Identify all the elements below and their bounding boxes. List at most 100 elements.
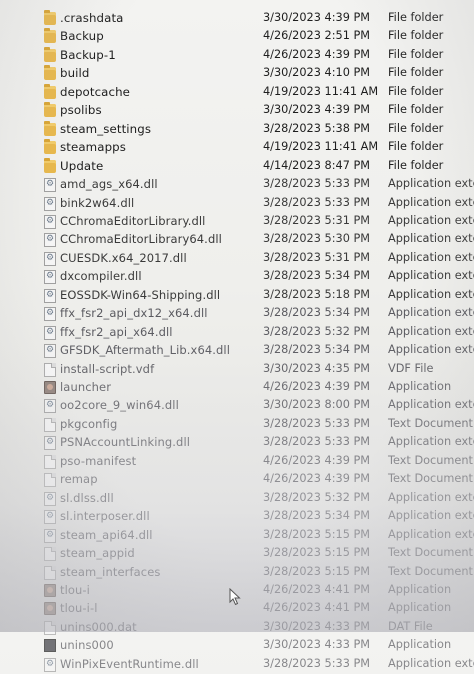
file-type: Application exten...	[388, 195, 474, 209]
file-row[interactable]: PSNAccountLinking.dll 3/28/2023 5:33 PM Ap…	[0, 434, 474, 453]
file-date-modified: 3/30/2023 8:00 PM	[263, 398, 371, 412]
file-row[interactable]: CUESDK.x64_2017.dll 3/28/2023 5:31 PM Appl…	[0, 250, 474, 269]
folder-row[interactable]: Backup-1 4/26/2023 4:39 PM File folder	[0, 46, 474, 66]
file-row[interactable]: CChromaEditorLibrary.dll 3/28/2023 5:31 P…	[0, 213, 474, 232]
dll-icon	[44, 344, 56, 359]
file-row[interactable]: pkgconfig 3/28/2023 5:33 PM Text Document	[0, 416, 474, 435]
file-name: ffx_fsr2_api_x64.dll	[60, 324, 173, 339]
file-row[interactable]: amd_ags_x64.dll 3/28/2023 5:33 PM Applicat…	[0, 176, 474, 195]
file-type: Text Document	[388, 546, 473, 560]
folder-row[interactable]: psolibs 3/30/2023 4:39 PM File folder	[0, 102, 474, 121]
file-date-modified: 3/28/2023 5:15 PM	[263, 546, 371, 560]
file-date-modified: 3/28/2023 5:34 PM	[263, 269, 371, 283]
folder-icon	[44, 102, 56, 118]
folder-icon	[44, 83, 56, 99]
file-row[interactable]: EOSSDK-Win64-Shipping.dll 3/28/2023 5:18 …	[0, 287, 474, 306]
file-row[interactable]: install-script.vdf 3/30/2023 4:35 PM VDF F…	[0, 361, 474, 380]
file-row[interactable]: steam_appid 3/28/2023 5:15 PM Text Documen…	[0, 545, 474, 564]
file-type: File folder	[388, 84, 444, 98]
file-row[interactable]: WinPixEventRuntime.dll 3/28/2023 5:33 PM A…	[0, 656, 474, 674]
file-type: Application	[388, 638, 452, 652]
file-type: Application exten...	[388, 232, 474, 246]
file-date-modified: 4/14/2023 8:47 PM	[263, 158, 371, 172]
file-type: Application exten...	[388, 287, 474, 301]
file-type: Application	[388, 380, 452, 393]
file-name: remap	[60, 472, 98, 487]
file-name: build	[60, 66, 90, 81]
file-name: steam_interfaces	[60, 564, 161, 579]
file-name: WinPixEventRuntime.dll	[60, 656, 199, 671]
folder-row[interactable]: steam_settings 3/28/2023 5:38 PM File fold…	[0, 120, 474, 140]
file-type: Application exten...	[388, 656, 474, 670]
file-date-modified: 4/26/2023 2:51 PM	[263, 29, 371, 43]
folder-icon	[44, 46, 56, 62]
dll-icon	[44, 528, 56, 543]
folder-row[interactable]: Update 4/14/2023 8:47 PM File folder	[0, 157, 474, 177]
file-row[interactable]: sl.dlss.dll 3/28/2023 5:32 PM Application …	[0, 490, 474, 509]
file-row[interactable]: unins000.dat 3/30/2023 4:33 PM DAT File	[0, 619, 474, 638]
file-date-modified: 3/28/2023 5:34 PM	[263, 509, 371, 523]
dll-icon	[44, 196, 56, 211]
dll-icon	[44, 214, 56, 229]
file-name: tlou-i-l	[60, 601, 98, 616]
file-row[interactable]: steam_interfaces 3/28/2023 5:15 PM Text Do…	[0, 564, 474, 583]
file-name: Update	[60, 158, 104, 173]
folder-row[interactable]: build 3/30/2023 4:10 PM File folder	[0, 65, 474, 84]
file-date-modified: 3/28/2023 5:18 PM	[263, 287, 371, 301]
file-type: VDF File	[388, 361, 434, 375]
file-name: oo2core_9_win64.dll	[60, 398, 179, 413]
file-row[interactable]: remap 4/26/2023 4:39 PM Text Document	[0, 471, 474, 490]
file-row[interactable]: CChromaEditorLibrary64.dll 3/28/2023 5:30…	[0, 231, 474, 250]
file-row[interactable]: oo2core_9_win64.dll 3/30/2023 8:00 PM Appl…	[0, 397, 474, 416]
file-date-modified: 3/28/2023 5:15 PM	[263, 564, 371, 578]
file-row[interactable]: ffx_fsr2_api_dx12_x64.dll 3/28/2023 5:34 …	[0, 305, 474, 324]
file-type: Application exten...	[388, 490, 474, 504]
file-name: Backup-1	[60, 47, 116, 62]
file-row[interactable]: pso-manifest 4/26/2023 4:39 PM Text Docume…	[0, 453, 474, 472]
file-date-modified: 3/28/2023 5:34 PM	[263, 343, 371, 357]
file-date-modified: 3/28/2023 5:30 PM	[263, 232, 371, 246]
file-type: Text Document	[388, 416, 473, 430]
dll-icon	[44, 510, 56, 525]
file-name: steam_settings	[60, 121, 152, 136]
file-name: CChromaEditorLibrary64.dll	[60, 232, 222, 247]
folder-row[interactable]: depotcache 4/19/2023 11:41 AM File folder	[0, 83, 474, 103]
folder-row[interactable]: Backup 4/26/2023 2:51 PM File folder	[0, 28, 474, 47]
file-row[interactable]: GFSDK_Aftermath_Lib.x64.dll 3/28/2023 5:3…	[0, 342, 474, 361]
file-row[interactable]: dxcompiler.dll 3/28/2023 5:34 PM Applicati…	[0, 268, 474, 287]
file-type: Application exten...	[388, 527, 474, 541]
file-row[interactable]: sl.interposer.dll 3/28/2023 5:34 PM Applic…	[0, 508, 474, 527]
file-name: EOSSDK-Win64-Shipping.dll	[60, 287, 221, 302]
file-date-modified: 4/26/2023 4:39 PM	[263, 380, 371, 393]
file-row[interactable]: ffx_fsr2_api_x64.dll 3/28/2023 5:32 PM App…	[0, 324, 474, 343]
file-icon	[44, 454, 56, 469]
dll-icon	[44, 251, 56, 266]
folder-icon	[44, 28, 56, 44]
file-name: install-script.vdf	[60, 361, 155, 376]
app-icon	[44, 583, 56, 597]
file-date-modified: 3/28/2023 5:34 PM	[263, 306, 371, 320]
file-name: ffx_fsr2_api_dx12_x64.dll	[60, 306, 208, 321]
file-type: Application exten...	[388, 177, 474, 191]
file-name: .crashdata	[60, 11, 124, 25]
file-date-modified: 3/28/2023 5:33 PM	[263, 195, 371, 209]
file-name: bink2w64.dll	[60, 195, 135, 210]
dll-icon	[44, 491, 56, 506]
dll-icon	[44, 307, 56, 322]
dll-icon	[44, 270, 56, 285]
file-date-modified: 3/28/2023 5:32 PM	[263, 324, 371, 338]
file-type: File folder	[388, 103, 444, 117]
file-row[interactable]: launcher 4/26/2023 4:39 PM Application	[0, 379, 474, 398]
file-row[interactable]: steam_api64.dll 3/28/2023 5:15 PM Applicat…	[0, 527, 474, 546]
file-row[interactable]: bink2w64.dll 3/28/2023 5:33 PM Application…	[0, 195, 474, 214]
folder-row[interactable]: steamapps 4/19/2023 11:41 AM File folder	[0, 139, 474, 158]
file-date-modified: 3/28/2023 5:15 PM	[263, 527, 371, 541]
file-type: File folder	[388, 29, 444, 43]
folder-row[interactable]: .crashdata 3/30/2023 4:39 PM File folder	[0, 10, 474, 29]
file-date-modified: 4/26/2023 4:41 PM	[263, 582, 371, 596]
file-row[interactable]: unins000 3/30/2023 4:33 PM Application	[0, 637, 474, 656]
file-name: depotcache	[60, 84, 131, 99]
file-date-modified: 3/28/2023 5:31 PM	[263, 213, 371, 227]
file-type: Application	[388, 601, 452, 615]
file-type: DAT File	[388, 619, 433, 633]
